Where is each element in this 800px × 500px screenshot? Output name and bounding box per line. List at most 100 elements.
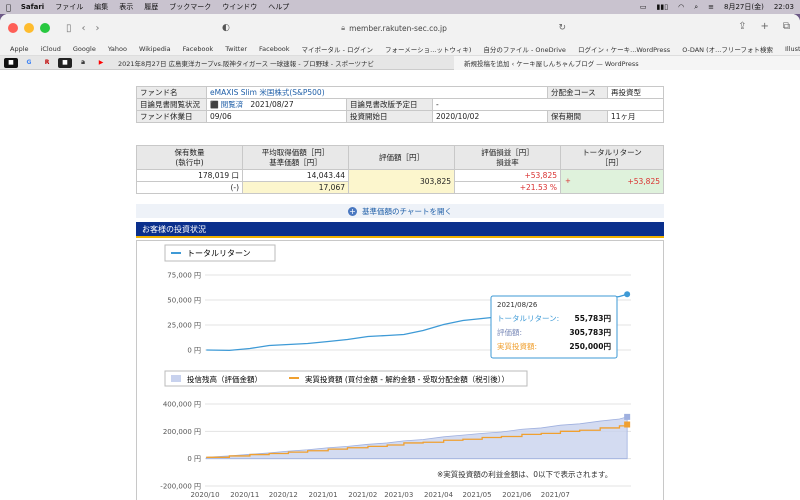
y-tick-label: 200,000 円 [163, 428, 201, 436]
favorite-item[interactable]: マイポータル - ログイン [302, 44, 373, 54]
section-title: お客様の投資状況 [136, 222, 664, 238]
reload-icon[interactable]: ↻ [558, 23, 566, 33]
holiday-label: ファンド休業日 [136, 110, 207, 123]
tab-overview-icon[interactable]: ⧉ [783, 21, 790, 32]
y-tick-label: 25,000 円 [167, 322, 201, 330]
total-return-cell: + +53,825 [560, 169, 664, 194]
back-icon[interactable]: ‹ [82, 23, 86, 34]
menu-help[interactable]: ヘルプ [268, 2, 289, 12]
series-area-balance [205, 416, 628, 460]
favorite-item[interactable]: ログイン ‹ ケーキ...WordPress [578, 44, 670, 54]
prospectus-date: 2021/08/27 [250, 100, 294, 109]
new-tab-icon[interactable]: + [760, 21, 768, 32]
data-point-balance-latest[interactable] [624, 413, 631, 420]
pl-rate-value: +21.53 % [454, 181, 561, 194]
x-tick-label: 2021/06 [502, 491, 532, 499]
open-chart-link[interactable]: + 基準価額のチャートを開く [136, 204, 664, 218]
menu-file[interactable]: ファイル [55, 2, 83, 12]
tooltip-total-value: 55,783円 [575, 314, 612, 323]
pinned-google-icon[interactable]: G [22, 58, 36, 68]
close-window-button[interactable] [8, 23, 18, 33]
x-tick-label: 2020/10 [190, 491, 219, 499]
menu-window[interactable]: ウインドウ [222, 2, 257, 12]
menu-app-safari[interactable]: Safari [21, 3, 44, 11]
fund-name-link[interactable]: eMAXIS Slim 米国株式(S&P500) [210, 88, 325, 97]
share-icon[interactable]: ⇪ [738, 21, 746, 32]
distribution-value: 再投資型 [607, 86, 664, 99]
zoom-window-button[interactable] [40, 23, 50, 33]
menubar-date[interactable]: 8月27日(金) [724, 2, 764, 12]
y-tick-label: 0 円 [187, 455, 201, 463]
header-text: 評価損益［円］ [481, 147, 534, 157]
data-point-invested-latest[interactable] [624, 421, 631, 428]
menu-view[interactable]: 表示 [119, 2, 133, 12]
prospectus-status-link[interactable]: 閲覧済 [221, 100, 244, 109]
tab-title: 2021年8月27日 広島東洋カープvs.阪神タイガース 一球速報 - プロ野球… [118, 59, 374, 68]
legend-label-total[interactable]: トータルリターン [187, 249, 251, 258]
screen-mirror-icon[interactable]: ▭ [640, 3, 647, 11]
y-tick-label: 75,000 円 [167, 272, 201, 280]
favorite-item[interactable]: Facebook [183, 45, 214, 53]
apple-icon[interactable]:  [6, 3, 11, 12]
pinned-youtube-icon[interactable]: ▶ [94, 58, 108, 68]
distribution-label: 分配金コース [547, 86, 608, 99]
favorite-item[interactable]: Twitter [225, 45, 247, 53]
favorites-bar: Apple iCloud Google Yahoo Wikipedia Face… [0, 42, 800, 56]
favorite-item[interactable]: Google [73, 45, 96, 53]
pinned-tab-icon[interactable]: ■ [4, 57, 18, 68]
menu-history[interactable]: 履歴 [144, 2, 158, 12]
pinned-tab-icon[interactable]: ■ [58, 57, 72, 68]
tab-wordpress[interactable]: 新規投稿を追加 ‹ ケーキ屋しんちゃんブログ — WordPress [454, 55, 800, 70]
privacy-shield-icon[interactable]: ◐ [222, 23, 230, 33]
minimize-window-button[interactable] [24, 23, 34, 33]
favorite-item[interactable]: Facebook [259, 45, 290, 53]
forward-icon[interactable]: › [96, 23, 100, 34]
page-content: ファンド名 eMAXIS Slim 米国株式(S&P500) 分配金コース 再投… [0, 84, 800, 500]
tooltip-value-label: 評価額: [497, 327, 522, 337]
pdf-icon[interactable]: ⬛ [210, 101, 219, 109]
valuation-value: 303,825 [348, 169, 455, 194]
period-value: 11ヶ月 [607, 110, 664, 123]
tab-baseball[interactable]: 2021年8月27日 広島東洋カープvs.阪神タイガース 一球速報 - プロ野球… [108, 56, 454, 70]
legend-label-invested[interactable]: 実質投資額 (買付金額 - 解約金額 - 受取分配金額（税引後）） [305, 374, 509, 384]
y-tick-label: 0 円 [187, 347, 201, 355]
favorite-item[interactable]: Apple [10, 45, 29, 53]
pinned-amazon-icon[interactable]: a [76, 58, 90, 68]
x-tick-label: 2021/07 [541, 491, 570, 499]
header-text: ［円］ [600, 157, 624, 167]
address-bar[interactable]: ◐ 🔒︎ member.rakuten-sec.co.jp ↻ [214, 19, 574, 37]
y-tick-label: 50,000 円 [167, 297, 201, 305]
lock-icon: 🔒︎ [341, 23, 346, 32]
favorite-item[interactable]: 自分のファイル - OneDrive [483, 44, 566, 54]
pinned-rakuten-icon[interactable]: R [40, 58, 54, 68]
favorite-item[interactable]: Yahoo [108, 45, 127, 53]
legend-label-balance[interactable]: 投信残高（評価金額） [187, 374, 262, 384]
legend-swatch-balance [171, 375, 181, 382]
favorite-item[interactable]: iCloud [41, 45, 61, 53]
sidebar-toggle-icon[interactable]: ▯ [66, 23, 72, 34]
wifi-icon[interactable]: ◠ [678, 3, 684, 11]
fund-name[interactable]: eMAXIS Slim 米国株式(S&P500) [206, 86, 548, 99]
search-icon[interactable]: ⌕ [694, 3, 698, 12]
favorite-item[interactable]: フォーメーショ...ットウィキ) [385, 44, 471, 54]
menu-edit[interactable]: 編集 [94, 2, 108, 12]
prospectus-label: 目論見書閲覧状況 [136, 98, 207, 111]
favorite-item[interactable]: Illustrations | unDraw [785, 45, 800, 53]
tooltip-invested-label: 実質投資額: [497, 341, 537, 351]
menubar-time[interactable]: 22:03 [774, 3, 794, 11]
control-center-icon[interactable]: ≡ [708, 3, 714, 11]
menu-bar:  Safari ファイル 編集 表示 履歴 ブックマーク ウインドウ ヘルプ … [0, 0, 800, 14]
menu-bookmarks[interactable]: ブックマーク [169, 2, 211, 12]
data-point-latest[interactable] [624, 291, 631, 298]
battery-icon[interactable]: ▮▮▯ [657, 3, 669, 11]
x-tick-label: 2021/02 [348, 491, 377, 499]
fund-info-table: ファンド名 eMAXIS Slim 米国株式(S&P500) 分配金コース 再投… [136, 86, 664, 123]
favorite-item[interactable]: O-DAN (オ...フリーフォト検索 [682, 44, 773, 54]
pl-value: +53,825 [454, 169, 561, 182]
header-text: 平均取得価額［円］ [261, 147, 330, 157]
favorite-item[interactable]: Wikipedia [139, 45, 171, 53]
balance-chart: 400,000 円 200,000 円 0 円 -200,000 円2020/10 20… [160, 401, 631, 499]
y-tick-label: -200,000 円 [160, 483, 201, 491]
tooltip-invested-value: 250,000円 [569, 342, 611, 351]
plus-toggle-icon[interactable]: + [565, 177, 571, 185]
